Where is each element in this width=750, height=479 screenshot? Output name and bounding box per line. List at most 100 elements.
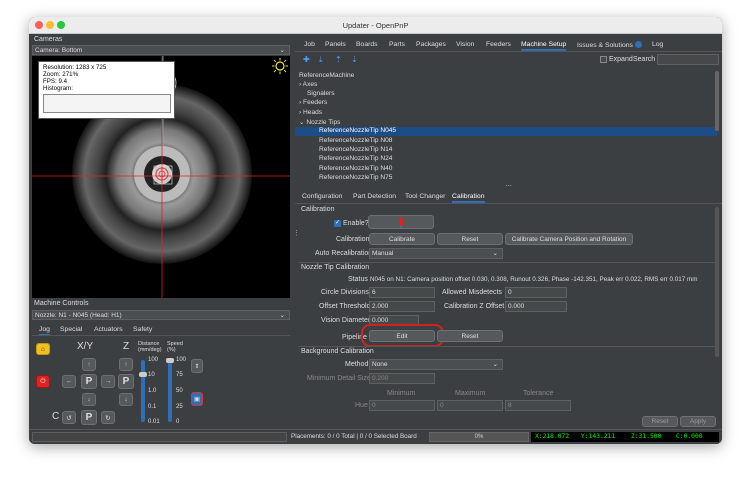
sun-icon[interactable] [272,58,288,74]
placements-status: Placements: 0 / 0 Total | 0 / 0 Selected… [291,433,417,440]
method-select[interactable]: None ⌄ [369,359,503,370]
tab-feeders[interactable]: Feeders [486,41,511,48]
home-icon[interactable]: ⌂ [36,343,50,355]
splitter-handle[interactable]: ⋯ [505,182,512,190]
tree-nozzle-tip-n75[interactable]: ReferenceNozzleTip N75 [319,174,392,181]
tab-jog[interactable]: Jog [39,326,50,335]
tree-item-nozzle-tips[interactable]: ⌄ Nozzle Tips [299,118,340,126]
status-label: Status [348,276,368,283]
tab-boards[interactable]: Boards [356,41,378,48]
tab-parts[interactable]: Parts [389,41,405,48]
tree-nozzle-tip-n045[interactable]: ReferenceNozzleTip N045 [319,127,396,134]
min-detail-size-field[interactable]: 0.200 [369,373,435,384]
splitter-handle[interactable]: ⋮ [293,229,300,237]
nozzle-select[interactable]: Nozzle: N1 - N045 (Head: H1) ⌄ [32,310,290,320]
chevron-down-icon: ⌄ [279,312,285,319]
speed-spinner[interactable]: ⇕ [191,359,203,373]
tree-nozzle-tip-n40[interactable]: ReferenceNozzleTip N40 [319,165,392,172]
pipeline-reset-button[interactable]: Reset [437,330,503,342]
reset-button[interactable]: Reset [642,416,678,427]
dro-z: Z:31.500 [631,433,662,440]
search-input[interactable] [657,54,719,65]
calibrate-camera-button[interactable]: Calibrate Camera Position and Rotation [505,233,633,245]
min-detail-size-label: Minimum Detail Size [307,375,371,382]
camera-toggle-icon[interactable]: ▣ [191,392,203,406]
jog-y-plus-button[interactable]: ↑ [82,358,96,371]
apply-button[interactable]: Apply [680,416,716,427]
park-xy-button[interactable]: P [81,374,97,389]
allowed-misdetects-field[interactable]: 0 [505,287,567,298]
tab-job[interactable]: Job [304,41,315,48]
enable-checkbox[interactable]: ✓ [334,220,341,227]
window-title: Updater - OpenPnP [342,21,409,30]
nozzle-tip-calibration-title: Nozzle Tip Calibration [301,264,370,271]
speed-label: Speed (%) [167,341,183,353]
hue-max-field[interactable]: 0 [437,400,503,411]
tree-item-axes[interactable]: › Axes [299,81,317,88]
camera-select[interactable]: Camera: Bottom ⌄ [32,45,290,55]
circle-divisions-field[interactable]: 6 [369,287,435,298]
jog-x-plus-button[interactable]: → [101,375,115,388]
tab-machine-setup[interactable]: Machine Setup [521,41,567,51]
offset-threshold-field[interactable]: 2.000 [369,301,435,312]
tree-scrollbar[interactable] [715,71,719,131]
tree-nozzle-tip-n08[interactable]: ReferenceNozzleTip N08 [319,137,392,144]
tree-item-feeders[interactable]: › Feeders [299,99,327,106]
minimum-header: Minimum [387,390,416,397]
tab-vision[interactable]: Vision [456,41,474,48]
delete-icon[interactable]: ⤓ [319,55,323,65]
jog-y-minus-button[interactable]: ↓ [82,393,96,406]
tab-issues-solutions[interactable]: Issues & Solutions [577,41,642,49]
calibration-reset-button[interactable]: Reset [437,233,503,245]
rotate-ccw-icon[interactable]: ↺ [62,411,76,424]
calibration-z-offset-field[interactable]: 0.000 [505,301,567,312]
add-icon[interactable]: ✚ [303,55,310,64]
calibration-label: Calibration [336,236,370,243]
move-up-icon[interactable]: ⇡ [335,55,342,64]
tab-part-detection[interactable]: Part Detection [353,193,396,200]
calibration-section-title: Calibration [301,206,335,213]
tree-item-heads[interactable]: › Heads [299,109,322,116]
rotate-cw-icon[interactable]: ↻ [101,411,115,424]
tab-panels[interactable]: Panels [325,41,346,48]
nozzle-tip-icon [399,218,403,226]
tab-configuration[interactable]: Configuration [302,193,342,200]
speed-slider-thumb[interactable] [166,358,174,363]
tab-actuators[interactable]: Actuators [94,326,123,333]
histogram-box [43,94,171,113]
tree-nozzle-tip-n14[interactable]: ReferenceNozzleTip N14 [319,146,392,153]
distance-slider-thumb[interactable] [139,372,147,377]
tab-tool-changer[interactable]: Tool Changer [405,193,445,200]
expand-checkbox[interactable] [600,56,607,63]
auto-recalibration-label: Auto Recalibration [315,250,373,257]
cameras-label: Cameras [34,36,63,43]
tab-special[interactable]: Special [60,326,82,333]
auto-recalibration-select[interactable]: Manual ⌄ [369,248,503,259]
jog-z-minus-button[interactable]: ↓ [119,393,133,406]
tree-nozzle-tip-n24[interactable]: ReferenceNozzleTip N24 [319,155,392,162]
tab-calibration[interactable]: Calibration [452,193,485,203]
power-icon[interactable]: ⏻ [36,375,50,388]
jog-z-plus-button[interactable]: ↑ [119,358,133,371]
calibrate-button[interactable]: Calibrate [369,233,435,245]
title-bar: Updater - OpenPnP [29,17,722,34]
park-c-button[interactable]: P [81,410,97,425]
tab-packages[interactable]: Packages [416,41,446,48]
chevron-right-icon: › [299,99,302,106]
form-scrollbar[interactable] [715,207,719,357]
speed-slider[interactable] [168,360,172,422]
park-z-button[interactable]: P [118,374,134,389]
camera-view[interactable]: Resolution: 1283 x 725 Zoom: 271% FPS: 9… [32,56,290,298]
hue-tolerance-field[interactable]: 8 [505,400,571,411]
toolbar: ✚ ⤓ ⇡ ⇣ Expand Search [295,53,722,67]
tab-safety[interactable]: Safety [133,326,152,333]
jog-x-minus-button[interactable]: ← [62,375,76,388]
nozzle-tip-icon-button[interactable] [368,215,434,229]
move-down-icon[interactable]: ⇣ [351,55,358,64]
distance-slider[interactable] [141,360,145,422]
tree-root[interactable]: ReferenceMachine [299,72,354,79]
tree-item-signalers[interactable]: Signalers [307,90,335,97]
histogram-text: Histogram: [43,85,73,92]
hue-min-field[interactable]: 0 [369,400,435,411]
tab-log[interactable]: Log [652,41,663,48]
